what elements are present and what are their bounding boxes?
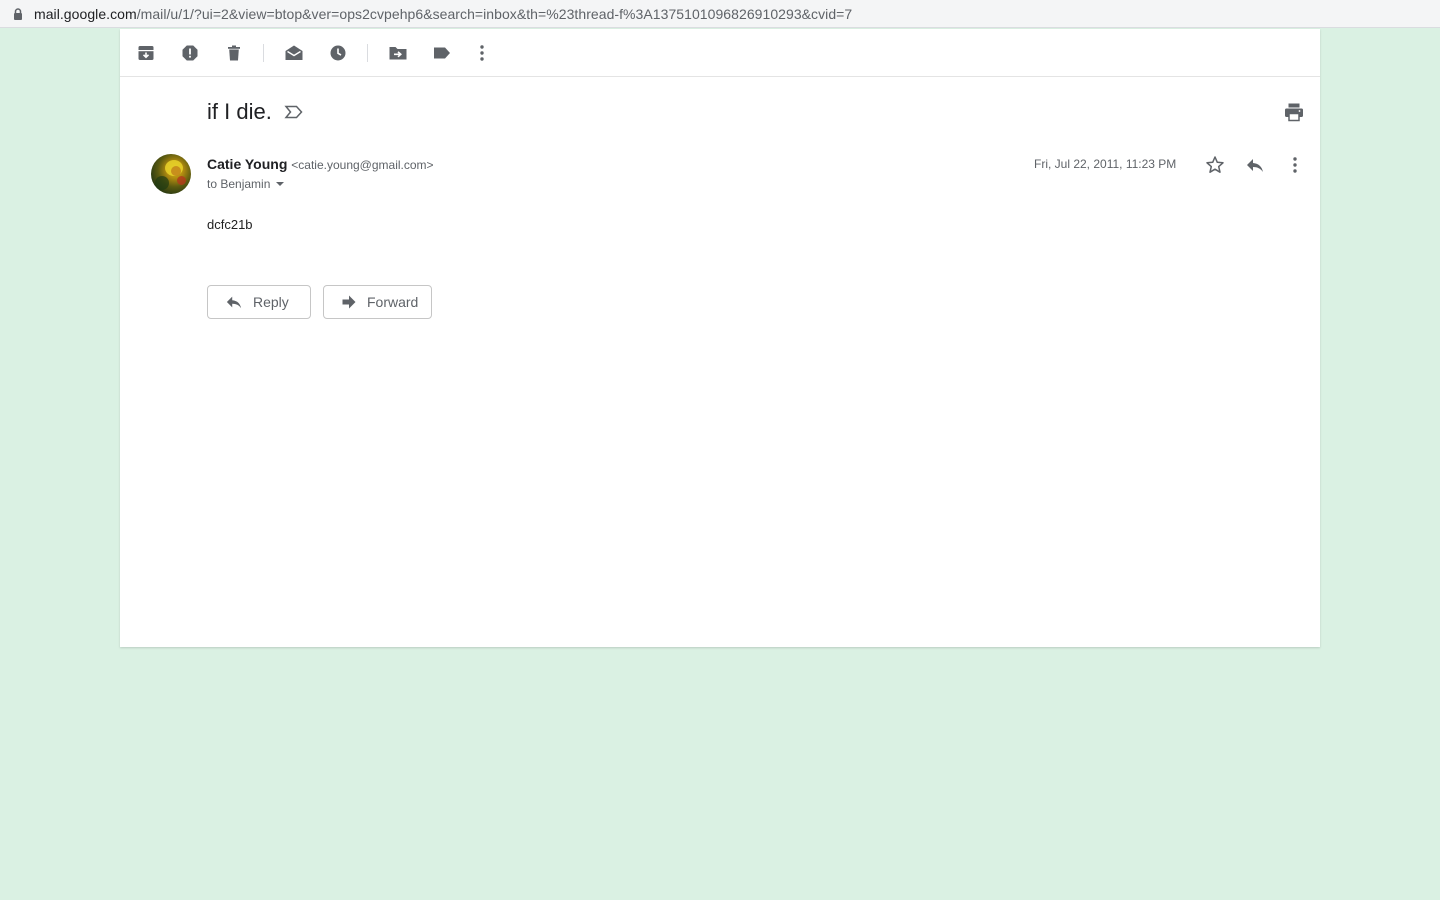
show-details-caret-icon[interactable] xyxy=(276,182,285,186)
archive-icon xyxy=(138,46,154,60)
more-options-button[interactable] xyxy=(468,41,496,65)
message-panel: if I die. Catie Young <catie.young@gmail… xyxy=(120,29,1320,647)
sender-line: Catie Young <catie.young@gmail.com> xyxy=(207,156,434,172)
move-to-button[interactable] xyxy=(384,41,412,65)
more-vert-icon xyxy=(480,45,484,61)
forward-label: Forward xyxy=(367,294,419,310)
star-button[interactable] xyxy=(1203,153,1227,177)
report-spam-button[interactable] xyxy=(176,41,204,65)
archive-button[interactable] xyxy=(132,41,160,65)
lock-icon xyxy=(14,8,22,20)
reply-label: Reply xyxy=(253,294,289,310)
label-icon xyxy=(434,47,450,59)
sender-name[interactable]: Catie Young xyxy=(207,156,287,172)
mark-unread-button[interactable] xyxy=(280,41,308,65)
message-toolbar xyxy=(120,29,1320,77)
toolbar-divider xyxy=(263,44,264,62)
move-to-icon xyxy=(389,47,407,60)
message-date: Fri, Jul 22, 2011, 11:23 PM xyxy=(1034,157,1177,171)
browser-url-bar[interactable]: mail.google.com/mail/u/1/?ui=2&view=btop… xyxy=(0,0,1440,28)
star-icon xyxy=(1206,156,1224,173)
mark-unread-icon xyxy=(285,45,303,60)
labels-button[interactable] xyxy=(428,41,456,65)
sender-avatar[interactable] xyxy=(151,154,191,194)
reply-button[interactable]: Reply xyxy=(207,285,311,319)
url-host: mail.google.com xyxy=(34,6,137,22)
report-spam-icon xyxy=(182,45,198,61)
url-text[interactable]: mail.google.com/mail/u/1/?ui=2&view=btop… xyxy=(34,6,852,22)
recipient-line: to Benjamin xyxy=(207,177,285,191)
snooze-button[interactable] xyxy=(324,41,352,65)
forward-icon xyxy=(342,295,356,309)
message-body: dcfc21b xyxy=(207,217,253,232)
reply-icon xyxy=(226,296,242,309)
delete-button[interactable] xyxy=(220,41,248,65)
snooze-icon xyxy=(330,45,346,61)
message-more-button[interactable] xyxy=(1283,153,1307,177)
delete-icon xyxy=(228,45,240,61)
forward-button[interactable]: Forward xyxy=(323,285,432,319)
reply-header-button[interactable] xyxy=(1243,153,1267,177)
reply-icon xyxy=(1247,159,1263,172)
more-vert-icon xyxy=(1293,157,1297,173)
print-icon[interactable] xyxy=(1283,101,1305,123)
url-path: /mail/u/1/?ui=2&view=btop&ver=ops2cvpehp… xyxy=(136,6,853,22)
email-subject: if I die. xyxy=(207,99,272,124)
sender-email: <catie.young@gmail.com> xyxy=(291,158,434,172)
important-marker-icon[interactable] xyxy=(283,103,305,121)
recipient-text: to Benjamin xyxy=(207,177,271,191)
toolbar-divider xyxy=(367,44,368,62)
